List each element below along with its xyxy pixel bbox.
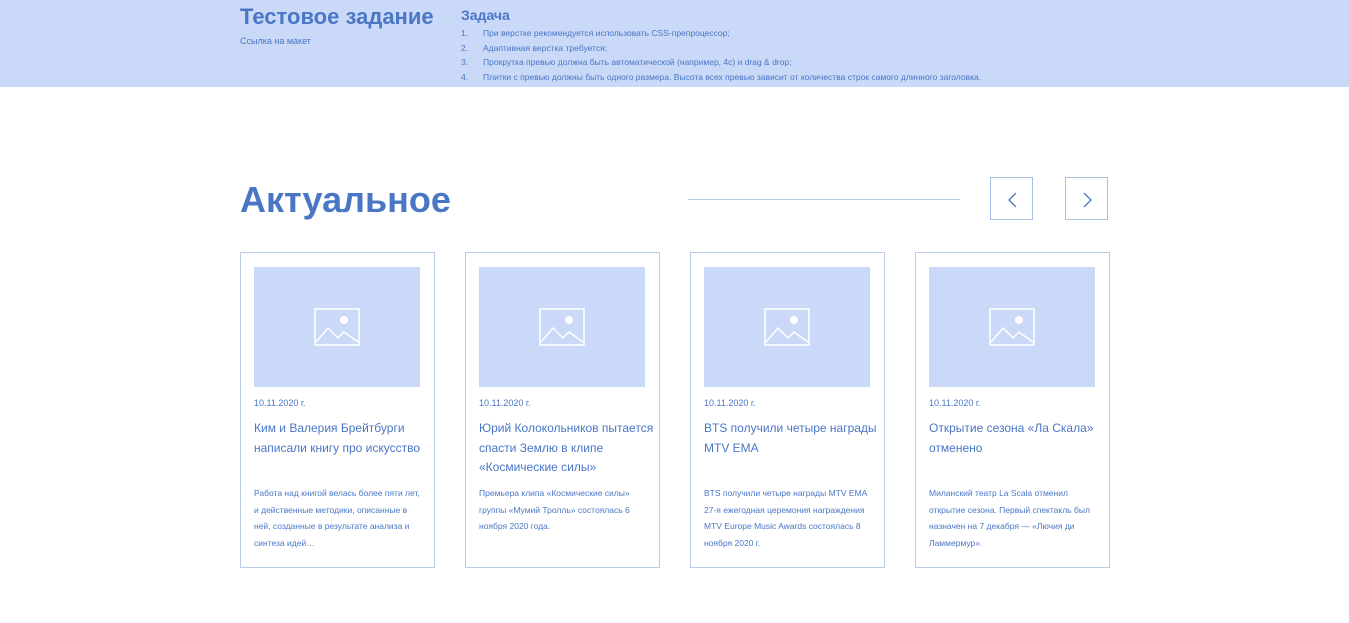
news-card[interactable]: 10.11.2020 г. BTS получили четыре наград… bbox=[690, 252, 885, 568]
task-item: 2. Адаптивная верстка требуется; bbox=[461, 41, 1261, 56]
card-title[interactable]: BTS получили четыре награды MTV EMA bbox=[704, 419, 882, 458]
chevron-right-icon bbox=[1083, 192, 1092, 208]
mockup-link[interactable]: Ссылка на макет bbox=[240, 36, 434, 46]
card-description: Премьера клипа «Космические силы» группы… bbox=[479, 488, 630, 531]
page-header: Тестовое задание Ссылка на макет Задача … bbox=[0, 0, 1349, 87]
card-image bbox=[704, 267, 870, 387]
task-number: 1. bbox=[461, 28, 469, 38]
page-title: Тестовое задание bbox=[240, 4, 434, 29]
card-image bbox=[254, 267, 420, 387]
card-image bbox=[929, 267, 1095, 387]
task-text: При верстке рекомендуется использовать C… bbox=[483, 28, 730, 38]
task-text: Плитки с превью должны быть одного разме… bbox=[483, 71, 982, 82]
card-date: 10.11.2020 г. bbox=[929, 398, 981, 408]
task-item: 1. При верстке рекомендуется использоват… bbox=[461, 26, 1261, 41]
card-description: Миланский театр La Scala отменил открыти… bbox=[929, 488, 1090, 548]
task-number: 2. bbox=[461, 42, 469, 53]
task-title: Задача bbox=[461, 7, 510, 23]
card-title[interactable]: Юрий Колокольников пытается спасти Землю… bbox=[479, 419, 657, 478]
task-item: 4. Плитки с превью должны быть одного ра… bbox=[461, 70, 1261, 85]
chevron-left-icon bbox=[1008, 192, 1017, 208]
task-text: Прокрутка превью должна быть автоматичес… bbox=[483, 57, 792, 67]
task-block: Задача 1. При верстке рекомендуется испо… bbox=[461, 7, 1261, 84]
task-item: 3. Прокрутка превью должна быть автомати… bbox=[461, 55, 1261, 70]
slider-next-button[interactable] bbox=[1065, 177, 1108, 220]
image-placeholder-icon bbox=[539, 308, 585, 346]
image-placeholder-icon bbox=[764, 308, 810, 346]
task-list: 1. При верстке рекомендуется использоват… bbox=[461, 26, 1261, 84]
card-date: 10.11.2020 г. bbox=[479, 398, 531, 408]
slider-prev-button[interactable] bbox=[990, 177, 1033, 220]
image-placeholder-icon bbox=[314, 308, 360, 346]
card-date: 10.11.2020 г. bbox=[254, 398, 306, 408]
section-divider bbox=[688, 199, 960, 200]
card-description: BTS получили четыре награды MTV EMA 27-я… bbox=[704, 488, 867, 548]
news-card[interactable]: 10.11.2020 г. Юрий Колокольников пытаетс… bbox=[465, 252, 660, 568]
brand-block: Тестовое задание Ссылка на макет bbox=[240, 4, 434, 46]
card-description: Работа над книгой велась более пяти лет,… bbox=[254, 488, 420, 548]
section-title: Актуальное bbox=[240, 179, 451, 220]
card-date: 10.11.2020 г. bbox=[704, 398, 756, 408]
image-placeholder-icon bbox=[989, 308, 1035, 346]
news-card[interactable]: 10.11.2020 г. Ким и Валерия Брейтбурги н… bbox=[240, 252, 435, 568]
task-number: 4. bbox=[461, 71, 469, 82]
news-card[interactable]: 10.11.2020 г. Открытие сезона «Ла Скала»… bbox=[915, 252, 1110, 568]
card-title[interactable]: Ким и Валерия Брейтбурги написали книгу … bbox=[254, 419, 432, 458]
card-image bbox=[479, 267, 645, 387]
task-text: Адаптивная верстка требуется; bbox=[483, 42, 608, 53]
card-title[interactable]: Открытие сезона «Ла Скала» отменено bbox=[929, 419, 1107, 458]
task-number: 3. bbox=[461, 57, 469, 67]
